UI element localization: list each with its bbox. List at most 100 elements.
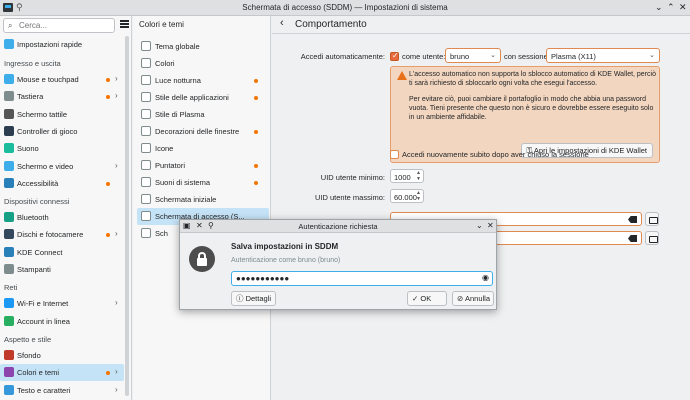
category-item-decorazioni-delle-finestre[interactable]: Decorazioni delle finestre: [137, 123, 269, 140]
clear-icon[interactable]: [628, 216, 637, 223]
chevron-down-icon: ⌄: [490, 52, 496, 59]
sidebar-item-stampanti[interactable]: Stampanti: [0, 261, 124, 278]
category-item-icone[interactable]: Icone: [137, 140, 269, 157]
back-arrow-icon[interactable]: ‹: [280, 17, 284, 29]
session-combobox[interactable]: Plasma (X11) ⌄: [546, 48, 660, 63]
sidebar-item-mouse-e-touchpad[interactable]: Mouse e touchpad ›: [0, 71, 124, 88]
uid-max-value: 60.000: [394, 193, 417, 202]
maximize-icon[interactable]: ⌃: [667, 2, 675, 13]
category-item-icon: [141, 109, 151, 119]
sidebar-item-suono[interactable]: Suono: [0, 140, 124, 157]
sidebar-item-label: Bluetooth: [17, 213, 49, 223]
search-icon: ⌕: [8, 21, 13, 30]
category-item-puntatori[interactable]: Puntatori: [137, 157, 269, 174]
sidebar-section-title: Reti: [4, 283, 18, 293]
window-titlebar: ⚲ Schermata di accesso (SDDM) — Impostaz…: [0, 0, 690, 16]
category-item-colori[interactable]: Colori: [137, 55, 269, 72]
category-item-icon: [141, 92, 151, 102]
folder-button-1[interactable]: [645, 212, 659, 226]
sidebar-item-label: Tastiera: [17, 92, 44, 102]
details-button[interactable]: ⓘ Dettagli: [231, 291, 277, 306]
sidebar-item-icon: [4, 160, 14, 171]
sidebar: ⌕ Impostazioni rapide Ingresso e uscita Mo…: [0, 16, 132, 400]
sidebar-item-controller-di-gioco[interactable]: Controller di gioco: [0, 123, 124, 140]
sidebar-item-colori-e-temi[interactable]: Colori e temi ›: [0, 364, 124, 382]
chevron-right-icon: ›: [115, 74, 118, 83]
user-combobox[interactable]: bruno ⌄: [445, 48, 501, 63]
sidebar-item-accessibilit-[interactable]: Accessibilità: [0, 175, 124, 192]
search-input[interactable]: [19, 20, 111, 31]
sidebar-scrollbar[interactable]: [125, 36, 129, 396]
dialog-titlebar: ▣ ✕ ⚲ Autenticazione richiesta ⌄ ✕: [180, 220, 496, 233]
sidebar-item-sfondo[interactable]: Sfondo: [0, 347, 124, 364]
dialog-minimize-icon[interactable]: ⌄: [476, 221, 483, 230]
cancel-button[interactable]: ⊘ Annulla: [452, 291, 494, 306]
sidebar-item-bluetooth[interactable]: Bluetooth: [0, 209, 124, 226]
sidebar-item-icon: [4, 315, 14, 326]
show-password-icon[interactable]: ◉: [482, 273, 489, 282]
category-item-luce-notturna[interactable]: Luce notturna: [137, 72, 269, 89]
relogin-checkbox[interactable]: [390, 150, 399, 159]
category-item-icon: [141, 211, 151, 221]
changed-dot-icon: [254, 164, 258, 168]
sidebar-item-label: Schermo e video: [17, 161, 74, 171]
sidebar-item-label: Wi-Fi e Internet: [17, 299, 69, 309]
sidebar-item-icon: [4, 125, 14, 136]
spin-arrows-icon[interactable]: ▲ ▼: [416, 190, 421, 202]
sidebar-item-account-in-linea[interactable]: Account in linea: [0, 313, 124, 330]
sidebar-item-schermo-tattile[interactable]: Schermo tattile: [0, 106, 124, 123]
quick-settings-icon: [4, 39, 14, 49]
changed-dot-icon: [106, 371, 110, 376]
sidebar-item-kde-connect[interactable]: KDE Connect: [0, 244, 124, 261]
changed-dot-icon: [106, 181, 110, 186]
chevron-right-icon: ›: [115, 384, 118, 394]
folder-button-2[interactable]: [645, 231, 659, 245]
sidebar-item-label: Accessibilità: [17, 178, 59, 188]
sidebar-item-icon: [4, 108, 14, 119]
sidebar-item-tastiera[interactable]: Tastiera ›: [0, 88, 124, 105]
changed-dot-icon: [254, 79, 258, 83]
uid-max-spinbox[interactable]: 60.000 ▲ ▼: [390, 189, 424, 203]
uid-min-spinbox[interactable]: 1000 ▲ ▼: [390, 169, 424, 183]
category-item-label: Luce notturna: [155, 76, 201, 85]
category-item-label: Tema globale: [155, 42, 200, 51]
close-icon[interactable]: ✕: [679, 2, 687, 13]
spin-arrows-icon[interactable]: ▲ ▼: [416, 170, 421, 182]
sidebar-item-icon: [4, 246, 14, 257]
lock-icon: [189, 246, 215, 272]
category-item-icon: [141, 126, 151, 136]
window-title: Schermata di accesso (SDDM) — Impostazio…: [242, 3, 448, 12]
category-item-label: Stile delle applicazioni: [155, 93, 229, 102]
changed-dot-icon: [106, 78, 110, 82]
session-value: Plasma (X11): [551, 52, 596, 61]
sidebar-section-title: Aspetto e stile: [4, 334, 52, 344]
autologin-checkbox[interactable]: [390, 51, 399, 61]
category-item-schermata-iniziale[interactable]: Schermata iniziale: [137, 191, 269, 208]
sidebar-item-quick-settings[interactable]: Impostazioni rapide: [0, 36, 124, 53]
category-item-suoni-di-sistema[interactable]: Suoni di sistema: [137, 174, 269, 191]
sidebar-item-dischi-e-fotocamere[interactable]: Dischi e fotocamere ›: [0, 226, 124, 243]
minimize-icon[interactable]: ⌄: [655, 2, 663, 13]
sidebar-item-icon: [4, 349, 14, 360]
divider: [272, 33, 690, 34]
category-item-tema-globale[interactable]: Tema globale: [137, 38, 269, 55]
sidebar-item-wi-fi-e-internet[interactable]: Wi-Fi e Internet ›: [0, 295, 124, 312]
password-field[interactable]: ●●●●●●●●●●● ◉: [231, 271, 493, 286]
sidebar-item-testo-e-caratteri[interactable]: Testo e caratteri ›: [0, 382, 124, 399]
changed-dot-icon: [254, 130, 258, 134]
sidebar-section-title: Ingresso e uscita: [4, 59, 61, 68]
category-item-stile-di-plasma[interactable]: Stile di Plasma: [137, 106, 269, 123]
warning-paragraph-1: L'accesso automatico non supporta lo sbl…: [409, 71, 656, 87]
ok-button[interactable]: ✓ OK: [407, 291, 447, 306]
dialog-x-icon[interactable]: ✕: [487, 221, 494, 230]
sidebar-section-title: Dispositivi connessi: [4, 197, 70, 207]
hamburger-menu-icon[interactable]: [120, 20, 129, 28]
clear-icon[interactable]: [628, 235, 637, 242]
sidebar-item-schermo-e-video[interactable]: Schermo e video ›: [0, 158, 124, 175]
sidebar-item-icon: [4, 143, 14, 154]
category-item-stile-delle-applicazioni[interactable]: Stile delle applicazioni: [137, 89, 269, 106]
warning-text: L'accesso automatico non supporta lo sbl…: [409, 70, 657, 129]
as-user-label: come utente:: [402, 52, 446, 61]
search-box[interactable]: ⌕: [3, 18, 115, 33]
category-item-icon: [141, 58, 151, 68]
